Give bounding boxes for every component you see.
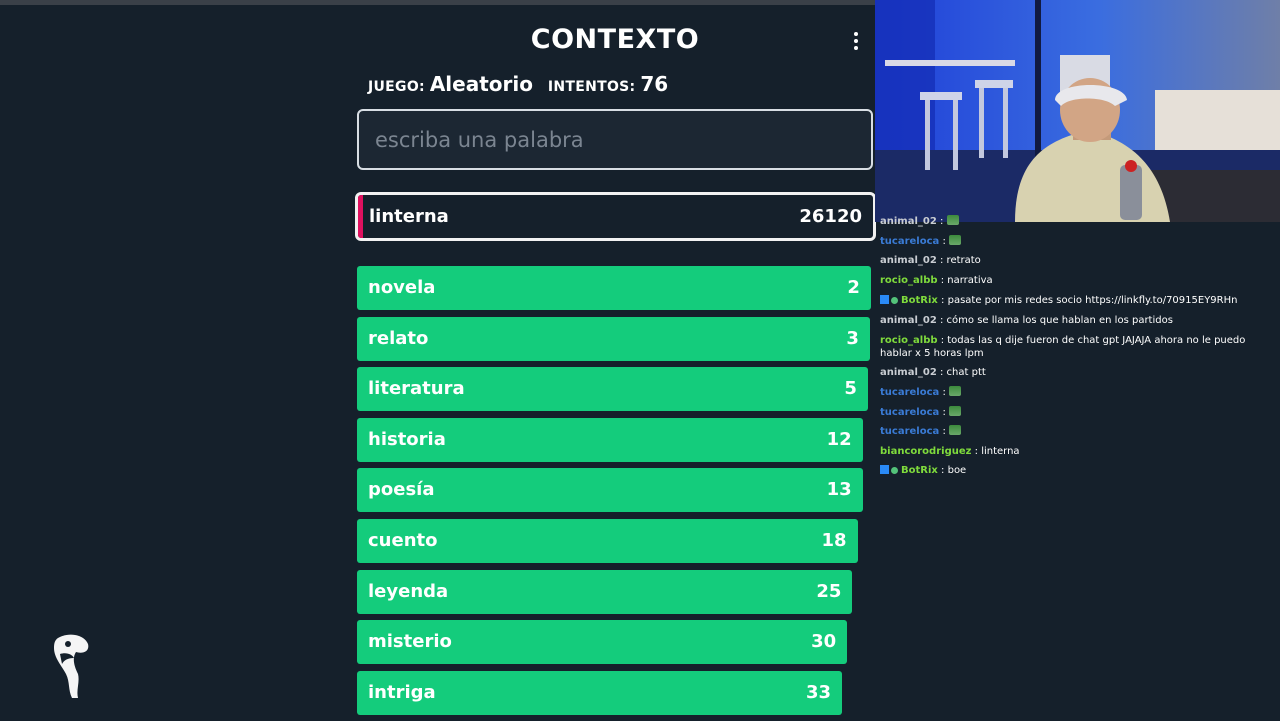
guess-row: historia 12	[357, 417, 873, 462]
chat-text: narrativa	[947, 275, 993, 287]
chat-username[interactable]: rocio_albb	[880, 335, 938, 346]
chat-separator: :	[971, 445, 982, 457]
chat-message: animal_02 : chat ptt	[876, 363, 1276, 383]
frog-emote-icon	[949, 386, 961, 397]
chat-separator: :	[937, 294, 948, 306]
chat-username[interactable]: tucareloca	[880, 426, 939, 437]
current-guess-word: linterna	[369, 206, 449, 227]
guess-row: cuento 18	[357, 518, 873, 563]
chat-message: animal_02 : cómo se llama los que hablan…	[876, 311, 1276, 331]
top-divider	[0, 0, 875, 5]
guess-word: historia	[368, 428, 446, 450]
bot-badge-icon	[880, 465, 901, 478]
guess-row: leyenda 25	[357, 569, 873, 614]
guess-word: literatura	[368, 378, 465, 400]
chat-panel: animal_02 : tucareloca : animal_02 : ret…	[876, 212, 1276, 482]
chat-separator: :	[936, 216, 947, 228]
guess-proximity-bar	[357, 316, 870, 361]
chat-separator: :	[936, 255, 947, 267]
guess-row: poesía 13	[357, 468, 873, 513]
chat-username[interactable]: rocio_albb	[880, 275, 938, 286]
chat-text: linterna	[981, 445, 1020, 457]
chat-separator: :	[936, 367, 947, 379]
guess-row: relato 3	[357, 316, 873, 361]
chat-username[interactable]: BotRix	[901, 465, 938, 476]
kebab-menu-icon[interactable]	[846, 28, 866, 54]
chat-username[interactable]: animal_02	[880, 367, 937, 378]
chat-username[interactable]: animal_02	[880, 315, 937, 326]
chat-text: chat ptt	[946, 367, 986, 379]
chat-text: boe	[947, 465, 967, 477]
frog-emote-icon	[949, 405, 961, 416]
frog-emote-icon	[949, 425, 961, 436]
chat-username[interactable]: tucareloca	[880, 407, 939, 418]
chat-message: animal_02 : retrato	[876, 251, 1276, 271]
current-guess-rank: 26120	[799, 206, 862, 227]
chat-separator: :	[937, 465, 948, 477]
current-guess: linterna 26120	[355, 192, 876, 241]
chat-separator: :	[936, 315, 947, 327]
chat-message: BotRix : pasate por mis redes socio http…	[876, 290, 1276, 311]
chat-message: tucareloca :	[876, 402, 1276, 422]
chat-separator: :	[937, 334, 948, 346]
guess-word: cuento	[368, 529, 438, 551]
chat-message: rocio_albb : todas las q dije fueron de …	[876, 331, 1276, 364]
mode-label: JUEGO:	[368, 79, 425, 95]
chat-message: tucareloca :	[876, 232, 1276, 252]
guess-color-bar	[358, 195, 363, 238]
chat-message: tucareloca :	[876, 383, 1276, 403]
toucan-logo-icon	[54, 634, 89, 698]
chat-separator: :	[939, 387, 949, 399]
webcam-feed	[875, 0, 1280, 222]
guess-rank: 30	[811, 631, 837, 653]
guess-rank: 5	[844, 378, 857, 400]
guess-word: novela	[368, 277, 436, 298]
chat-username[interactable]: biancorodriguez	[880, 446, 971, 457]
chat-separator: :	[939, 426, 949, 438]
frog-emote-icon	[946, 215, 959, 226]
attempts-label: INTENTOS:	[547, 79, 636, 95]
guess-row: novela 2	[357, 266, 873, 310]
word-input-box[interactable]	[357, 109, 873, 170]
guess-rank: 12	[826, 428, 852, 450]
guess-rank: 33	[805, 681, 832, 703]
chat-separator: :	[939, 406, 949, 418]
chat-message: animal_02 :	[876, 212, 1276, 232]
chat-message: biancorodriguez : linterna	[876, 442, 1276, 462]
guess-row: literatura 5	[357, 367, 873, 412]
guess-word: poesía	[368, 479, 435, 501]
chat-text: retrato	[946, 255, 981, 267]
frog-emote-icon	[949, 234, 961, 245]
chat-message: BotRix : boe	[876, 461, 1276, 482]
guess-rank: 13	[826, 479, 852, 501]
chat-separator: :	[939, 235, 949, 247]
guess-rank: 18	[821, 529, 847, 551]
chat-text: pasate por mis redes socio https://linkf…	[947, 294, 1238, 306]
chat-username[interactable]: tucareloca	[880, 236, 939, 247]
chat-separator: :	[937, 275, 948, 287]
chat-text: cómo se llama los que hablan en los part…	[946, 315, 1173, 327]
page-title: CONTEXTO	[530, 24, 700, 55]
guess-list: novela 2 relato 3 literatura 5 historia 12 poesí…	[357, 266, 873, 721]
guess-row: misterio 30	[357, 620, 873, 665]
guess-row: intriga 33	[357, 670, 873, 715]
guess-word: misterio	[368, 631, 452, 653]
chat-username[interactable]: tucareloca	[880, 387, 939, 398]
chat-username[interactable]: animal_02	[880, 216, 937, 227]
chat-username[interactable]: BotRix	[901, 295, 938, 306]
guess-word: intriga	[368, 681, 436, 703]
attempts-value: 76	[640, 72, 669, 96]
guess-rank: 3	[846, 327, 859, 349]
guess-word: leyenda	[368, 580, 449, 602]
chat-message: rocio_albb : narrativa	[876, 271, 1276, 291]
guess-rank: 25	[816, 580, 842, 602]
mode-value: Aleatorio	[429, 72, 533, 96]
word-input[interactable]	[359, 111, 871, 168]
guess-rank: 2	[847, 277, 860, 298]
bot-badge-icon	[880, 294, 901, 308]
chat-username[interactable]: animal_02	[880, 255, 937, 266]
game-info: JUEGO: Aleatorio INTENTOS: 76	[368, 72, 678, 96]
chat-message: tucareloca :	[876, 422, 1276, 442]
guess-word: relato	[368, 327, 429, 349]
